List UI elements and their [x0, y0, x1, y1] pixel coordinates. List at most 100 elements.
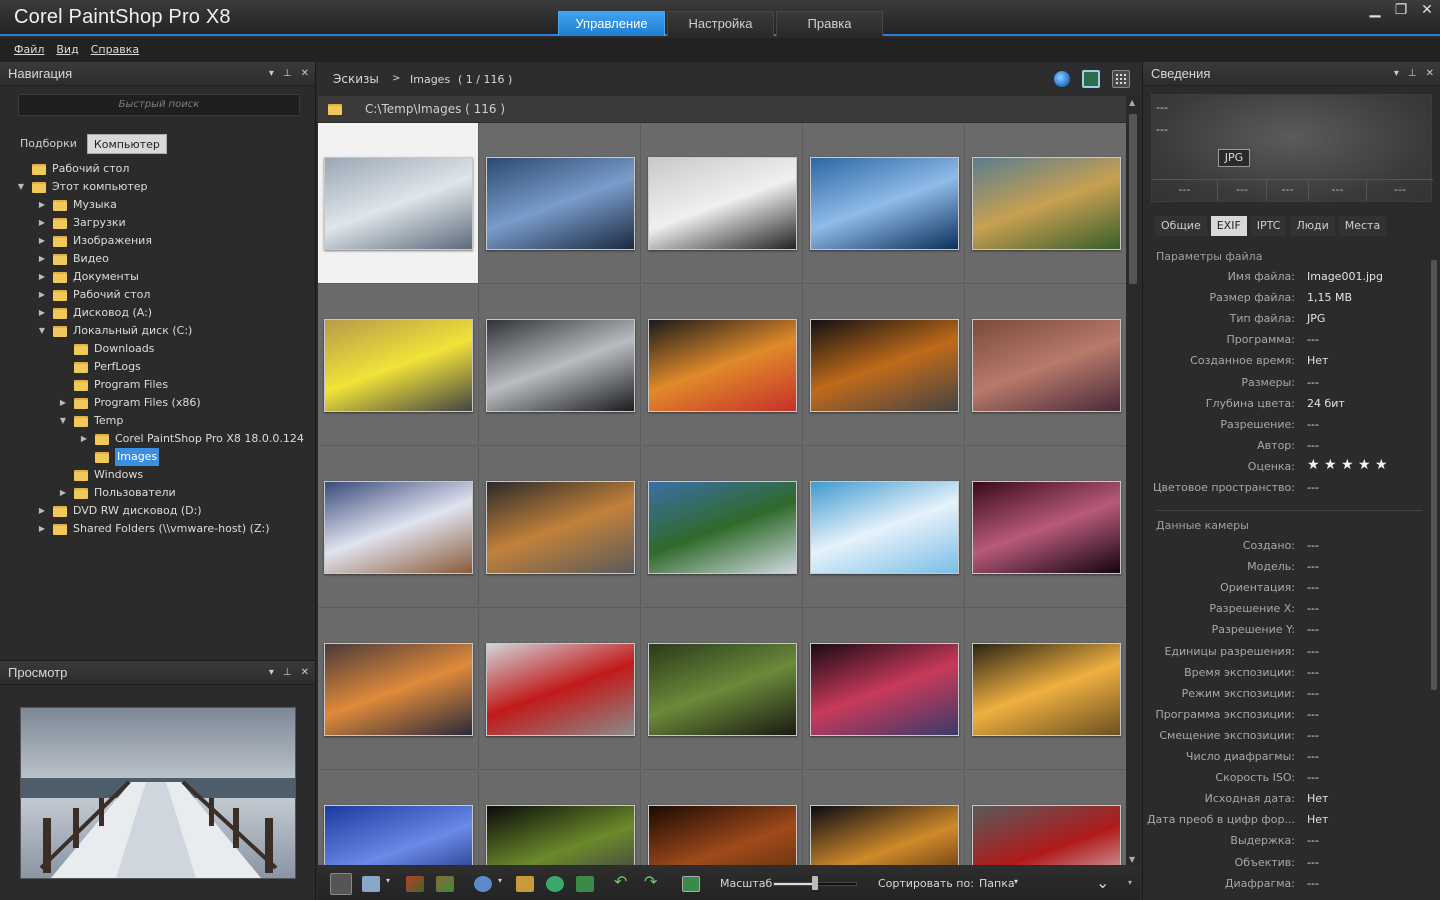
quick-search-input[interactable]: Быстрый поиск: [18, 94, 300, 116]
thumbnail-cell[interactable]: [804, 285, 965, 446]
thumbnail-cell[interactable]: [804, 123, 965, 284]
tree-item[interactable]: ▶ Документы: [37, 268, 139, 286]
thumbnail-alps[interactable]: [648, 481, 797, 574]
collapsed-arrow-icon[interactable]: ▶: [58, 484, 68, 502]
minimize-icon[interactable]: ▁: [1368, 2, 1382, 18]
panel-menu-icon[interactable]: ▾: [269, 661, 274, 685]
tab-places[interactable]: Места: [1338, 216, 1387, 236]
tree-item[interactable]: ▼ Локальный диск (C:): [37, 322, 192, 340]
slideshow-icon[interactable]: [682, 876, 700, 892]
thumbnail-bottles[interactable]: [810, 319, 959, 412]
vertical-scrollbar[interactable]: ▲ ▼: [1126, 96, 1140, 866]
thumbnail-cell[interactable]: [318, 447, 479, 608]
share-icon[interactable]: [546, 876, 564, 892]
person-icon[interactable]: [474, 876, 492, 892]
collapsed-arrow-icon[interactable]: ▶: [79, 430, 89, 448]
sidebar-toggle-icon[interactable]: [330, 873, 352, 895]
close-icon[interactable]: ✕: [1420, 2, 1434, 18]
info-scrollbar[interactable]: [1429, 244, 1439, 900]
thumbnail-cell[interactable]: [318, 123, 479, 284]
menu-help[interactable]: Справка: [85, 38, 145, 62]
tab-manage[interactable]: Управление: [558, 11, 665, 36]
collapsed-arrow-icon[interactable]: ▶: [37, 214, 47, 232]
thumbnail-cell[interactable]: [804, 609, 965, 770]
scroll-down-icon[interactable]: ▾: [1128, 878, 1132, 887]
scroll-up-icon[interactable]: ▲: [1129, 98, 1135, 107]
thumbnail-fruits[interactable]: [648, 319, 797, 412]
tab-computer[interactable]: Компьютер: [86, 134, 167, 154]
thumbnail-cell[interactable]: [804, 771, 965, 865]
thumbnail-girl-field[interactable]: [972, 319, 1121, 412]
thumbnail-cell[interactable]: [480, 771, 641, 865]
panel-menu-icon[interactable]: ▾: [269, 62, 274, 86]
thumbnail-cell[interactable]: [804, 447, 965, 608]
tree-item[interactable]: ▶ Shared Folders (\\vmware-host) (Z:): [37, 520, 270, 538]
scroll-down-icon[interactable]: ▼: [1129, 855, 1135, 864]
print-icon[interactable]: [516, 876, 534, 892]
thumbnail-cell[interactable]: [642, 123, 803, 284]
tree-item[interactable]: ▶ Изображения: [37, 232, 152, 250]
thumbnail-sky-clouds[interactable]: [810, 481, 959, 574]
thumbnail-cell[interactable]: [642, 771, 803, 865]
pin-icon[interactable]: ⊥: [283, 661, 292, 685]
thumbnail-cell[interactable]: [642, 609, 803, 770]
tree-item[interactable]: Downloads: [58, 340, 154, 358]
sort-select[interactable]: Папка: [979, 877, 1015, 890]
crumb-folder[interactable]: Images: [410, 73, 450, 86]
thumbnail-field-sunset[interactable]: [972, 643, 1121, 736]
menu-file[interactable]: Файл: [8, 38, 50, 62]
tab-people[interactable]: Люди: [1290, 216, 1335, 236]
thumbnail-cell[interactable]: [480, 123, 641, 284]
collapsed-arrow-icon[interactable]: ▶: [37, 232, 47, 250]
collapsed-arrow-icon[interactable]: ▶: [37, 304, 47, 322]
thumbnail-mountain-lake[interactable]: [810, 157, 959, 250]
pin-icon[interactable]: ⊥: [283, 62, 292, 86]
restore-icon[interactable]: ❐: [1394, 2, 1408, 18]
expanded-arrow-icon[interactable]: ▼: [37, 322, 47, 340]
collapsed-arrow-icon[interactable]: ▶: [37, 268, 47, 286]
tab-collections[interactable]: Подборки: [14, 134, 83, 154]
tab-exif[interactable]: EXIF: [1210, 216, 1247, 236]
sort-dropdown-icon[interactable]: ▾: [1014, 877, 1018, 886]
brush-icon[interactable]: [406, 876, 424, 892]
tree-item[interactable]: ▶ Пользователи: [58, 484, 176, 502]
tree-item[interactable]: ▼ Temp: [58, 412, 123, 430]
tree-item[interactable]: ▶ Видео: [37, 250, 109, 268]
tree-item[interactable]: Windows: [58, 466, 143, 484]
close-icon[interactable]: ✕: [1426, 62, 1434, 86]
tree-item[interactable]: ▶ Загрузки: [37, 214, 126, 232]
globe-icon[interactable]: [1054, 71, 1070, 87]
thumbnail-blue-abstract[interactable]: [324, 805, 473, 865]
thumbnail-yellow-car[interactable]: [324, 319, 473, 412]
thumbnail-red-peppers[interactable]: [972, 805, 1121, 865]
collapse-icon[interactable]: ⌄: [1096, 873, 1109, 892]
thumbnail-cell[interactable]: [966, 285, 1126, 446]
collapsed-arrow-icon[interactable]: ▶: [37, 196, 47, 214]
thumbnail-cell[interactable]: [642, 447, 803, 608]
grid-view-icon[interactable]: [1112, 70, 1130, 88]
thumbnail-pier-snow[interactable]: [324, 157, 473, 250]
tree-item[interactable]: ▼ Этот компьютер: [16, 178, 148, 196]
thumbnail-white-tiger[interactable]: [486, 319, 635, 412]
thumbnail-beach-sunset[interactable]: [486, 481, 635, 574]
close-icon[interactable]: ✕: [301, 661, 309, 685]
thumbnail-storm-sea[interactable]: [486, 157, 635, 250]
tree-item[interactable]: Рабочий стол: [16, 160, 129, 178]
thumbnail-forest-stream[interactable]: [648, 643, 797, 736]
thumbnail-wolf-snow[interactable]: [324, 481, 473, 574]
upload-icon[interactable]: [576, 876, 594, 892]
tree-item[interactable]: ▶ Program Files (x86): [58, 394, 201, 412]
rotate-right-icon[interactable]: ↷: [644, 872, 662, 891]
tab-edit[interactable]: Правка: [776, 11, 883, 36]
thumbnail-red-porsche[interactable]: [486, 643, 635, 736]
tab-adjust[interactable]: Настройка: [667, 11, 774, 36]
thumbnail-space-nebula[interactable]: [972, 481, 1121, 574]
thumbnail-cell[interactable]: [966, 447, 1126, 608]
tree-item[interactable]: Images: [79, 448, 160, 466]
image-view-icon[interactable]: [1082, 70, 1100, 88]
thumbnail-cell[interactable]: [642, 285, 803, 446]
thumbnail-cell[interactable]: [480, 285, 641, 446]
thumbnail-surface-tablet[interactable]: [648, 157, 797, 250]
close-icon[interactable]: ✕: [301, 62, 309, 86]
collapsed-arrow-icon[interactable]: ▶: [37, 520, 47, 538]
